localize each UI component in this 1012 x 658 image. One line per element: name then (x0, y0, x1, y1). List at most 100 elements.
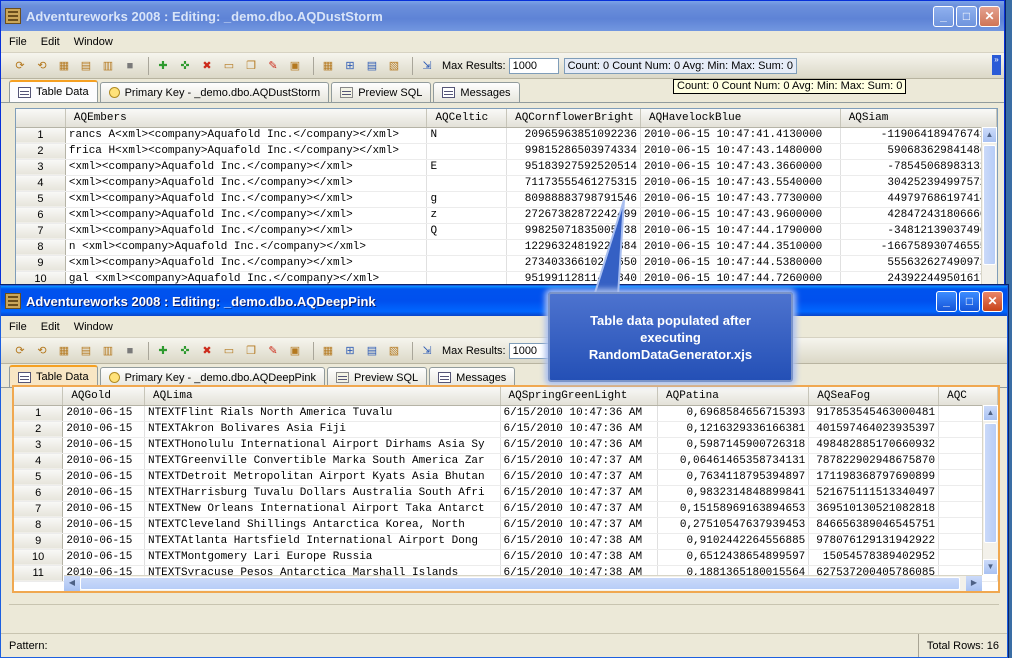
table-row[interactable]: 5 2010-06-15 NTEXTDetroit Metropolitan Air… (14, 469, 998, 486)
table-cell[interactable]: 6/15/2010 10:47:37 AM (500, 469, 659, 486)
table-row[interactable]: 7 2010-06-15 NTEXTNew Orleans Internationa… (14, 501, 998, 518)
max-results-input[interactable] (508, 57, 559, 74)
table-cell[interactable]: NTEXTCleveland Shillings Antarctica Kore… (144, 517, 501, 534)
column-header[interactable]: AQSiam (840, 109, 997, 128)
table-cell[interactable]: NTEXTNew Orleans International Airport T… (144, 501, 501, 518)
close-button[interactable]: ✕ (979, 5, 1000, 27)
table-cell[interactable]: 0,27510547637939453 (657, 517, 810, 534)
scroll-up-icon[interactable]: ▲ (983, 405, 998, 421)
scroll-thumb[interactable] (984, 423, 997, 543)
table-cell[interactable]: -1667589307465551 (840, 239, 997, 256)
table-cell[interactable]: 20965963851092236 (506, 127, 641, 144)
scroll-up-icon[interactable]: ▲ (982, 127, 997, 143)
table-cell[interactable]: 3042523949975726 (840, 175, 997, 192)
table-row[interactable]: 3 <xml><company>Aquafold Inc.</company><… (16, 159, 997, 176)
tab-table-data[interactable]: Table Data (9, 80, 98, 102)
table-cell[interactable] (426, 143, 508, 160)
table-cell[interactable]: g (426, 191, 508, 208)
table-row[interactable]: 10 2010-06-15 NTEXTMontgomery Lari Europe … (14, 549, 998, 566)
table-cell[interactable]: 2010-06-15 10:47:43.7730000 (640, 191, 841, 208)
minimize-button[interactable]: _ (933, 5, 954, 27)
grid-icon[interactable]: ▦ (319, 343, 337, 359)
vertical-scrollbar[interactable]: ▲ (981, 127, 997, 284)
table-row[interactable]: 4 <xml><company>Aquafold Inc.</company><… (16, 175, 997, 192)
table-cell[interactable]: <xml><company>Aquafold Inc.</company></x… (65, 175, 428, 192)
save-icon[interactable]: ▦ (55, 343, 73, 359)
table-cell[interactable]: 0,6512438654899597 (657, 549, 810, 566)
revert-icon[interactable]: ▥ (99, 343, 117, 359)
table-cell[interactable]: 99815286503974334 (506, 143, 641, 160)
table-cell[interactable]: 2010-06-15 (62, 405, 145, 422)
form-view-icon[interactable]: ▤ (363, 58, 381, 74)
vertical-scrollbar[interactable]: ▲ ▼ (982, 405, 998, 575)
table-cell[interactable]: 2010-06-15 10:47:43.3660000 (640, 159, 841, 176)
table-cell[interactable]: 787822902948675870 (808, 453, 940, 470)
menu-edit[interactable]: Edit (41, 36, 60, 48)
table-cell[interactable]: 171198368797690899 (808, 469, 940, 486)
editor-window-deeppink[interactable]: Adventureworks 2008 : Editing: _demo.dbo… (0, 285, 1008, 658)
table-cell[interactable]: 2010-06-15 (62, 501, 145, 518)
tab-messages[interactable]: Messages (433, 82, 520, 102)
table-cell[interactable]: 2010-06-15 10:47:44.1790000 (640, 223, 841, 240)
table-cell[interactable]: z (426, 207, 508, 224)
tab-preview-sql[interactable]: Preview SQL (326, 367, 428, 387)
title-bar[interactable]: Adventureworks 2008 : Editing: _demo.dbo… (1, 1, 1004, 31)
menu-window[interactable]: Window (74, 36, 113, 48)
table-cell[interactable]: -1190641894767417 (840, 127, 997, 144)
table-cell[interactable]: 6/15/2010 10:47:37 AM (500, 485, 659, 502)
refresh-icon[interactable]: ⟳ (11, 343, 29, 359)
table-cell[interactable]: -785450689831323 (840, 159, 997, 176)
table-cell[interactable]: 95183927592520514 (506, 159, 641, 176)
table-cell[interactable]: frica H<xml><company>Aquafold Inc.</comp… (65, 143, 428, 160)
table-row[interactable]: 8 2010-06-15 NTEXTCleveland Shillings Anta… (14, 517, 998, 534)
table-cell[interactable]: 2010-06-15 10:47:44.3510000 (640, 239, 841, 256)
table-cell[interactable]: 6/15/2010 10:47:37 AM (500, 453, 659, 470)
table-cell[interactable]: 5906836298414866 (840, 143, 997, 160)
menu-window[interactable]: Window (74, 321, 113, 333)
maximize-button[interactable]: □ (959, 290, 980, 312)
add-row-icon[interactable]: ✚ (154, 343, 172, 359)
table-cell[interactable]: 0,9102442264556885 (657, 533, 810, 550)
table-cell[interactable]: 6/15/2010 10:47:38 AM (500, 533, 659, 550)
export-icon[interactable]: ⇲ (418, 343, 436, 359)
tab-table-data[interactable]: Table Data (9, 365, 98, 387)
table-cell[interactable]: NTEXTAkron Bolivares Asia Fiji (144, 421, 501, 438)
column-header[interactable]: AQGold (62, 387, 145, 406)
table-cell[interactable]: <xml><company>Aquafold Inc.</company></x… (65, 159, 428, 176)
save-all-icon[interactable]: ▤ (77, 343, 95, 359)
edit-icon[interactable]: ▭ (220, 58, 238, 74)
column-header[interactable]: AQCeltic (426, 109, 508, 128)
table-cell[interactable]: 2010-06-15 10:47:41.4130000 (640, 127, 841, 144)
form-view-icon[interactable]: ▤ (363, 343, 381, 359)
scroll-thumb[interactable] (983, 145, 996, 265)
table-row[interactable]: 2 frica H<xml><company>Aquafold Inc.</com… (16, 143, 997, 160)
table-cell[interactable]: 6/15/2010 10:47:36 AM (500, 405, 659, 422)
copy-icon[interactable]: ❐ (242, 58, 260, 74)
tab-primary-key[interactable]: Primary Key - _demo.dbo.AQDustStorm (99, 82, 330, 102)
refresh-icon[interactable]: ⟳ (11, 58, 29, 74)
table-cell[interactable]: 917853545463000481 (808, 405, 940, 422)
table-cell[interactable]: n <xml><company>Aquafold Inc.</company><… (65, 239, 428, 256)
scroll-right-icon[interactable]: ▶ (966, 576, 982, 591)
close-button[interactable]: ✕ (982, 290, 1003, 312)
results-pane-divider[interactable] (9, 604, 999, 616)
table-cell[interactable]: 2010-06-15 (62, 517, 145, 534)
revert-icon[interactable]: ▥ (99, 58, 117, 74)
table-cell[interactable] (426, 255, 508, 272)
table-row[interactable]: 1 2010-06-15 NTEXTFlint Rials North Americ… (14, 405, 998, 422)
table-cell[interactable]: 2010-06-15 10:47:43.9600000 (640, 207, 841, 224)
menu-file[interactable]: File (9, 321, 27, 333)
table-cell[interactable]: 5556326274909728 (840, 255, 997, 272)
column-header[interactable]: AQEmbers (65, 109, 428, 128)
column-header[interactable] (14, 387, 64, 406)
table-cell[interactable]: 15054578389402952 (808, 549, 940, 566)
horizontal-scrollbar[interactable]: ◀ ▶ (64, 575, 982, 591)
data-grid[interactable]: AQGold AQLima AQSpringGreenLight AQPatin… (12, 385, 1000, 593)
editor-window-duststorm[interactable]: Adventureworks 2008 : Editing: _demo.dbo… (0, 0, 1005, 300)
table-row[interactable]: 1 rancs A<xml><company>Aquafold Inc.</com… (16, 127, 997, 144)
table-cell[interactable]: <xml><company>Aquafold Inc.</company></x… (65, 255, 428, 272)
refresh-all-icon[interactable]: ⟲ (33, 58, 51, 74)
table-cell[interactable]: 0,9832314848899841 (657, 485, 810, 502)
column-header[interactable]: AQLima (144, 387, 501, 406)
table-cell[interactable]: 2010-06-15 (62, 437, 145, 454)
